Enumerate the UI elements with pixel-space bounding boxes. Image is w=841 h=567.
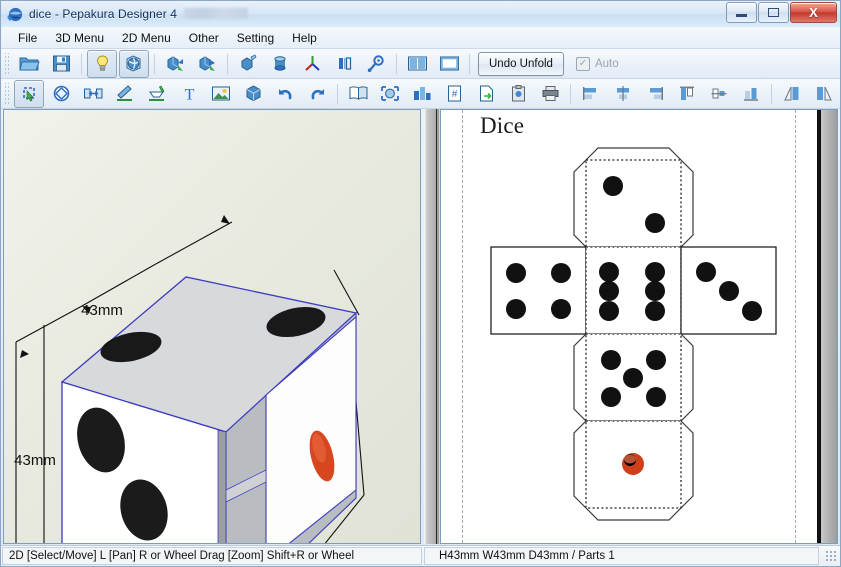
select-move-icon[interactable] — [14, 79, 44, 108]
edit-toolbar: T # — [1, 79, 840, 109]
minimize-icon — [736, 14, 747, 17]
undo-icon[interactable] — [270, 80, 300, 108]
add-image-icon[interactable] — [206, 80, 236, 108]
dimension-depth-label: 43mm — [81, 302, 123, 319]
auto-checkbox-group[interactable]: ✓ Auto — [575, 56, 619, 71]
texture-sphere-icon[interactable] — [119, 49, 149, 78]
edit-flap-icon[interactable] — [110, 80, 140, 108]
toolbar-separator — [469, 53, 470, 74]
fit-page-icon[interactable] — [375, 80, 405, 108]
single-view-icon[interactable] — [434, 50, 464, 78]
align-middle-icon[interactable] — [704, 80, 734, 108]
workspace: 43mm 43mm 43mm Dice — [1, 109, 840, 546]
rotate-right-icon[interactable] — [809, 80, 839, 108]
pepakura-globe-icon — [7, 6, 24, 23]
status-model-info: H43mm W43mm D43mm / Parts 1 — [424, 547, 819, 565]
open-file-icon[interactable] — [14, 50, 44, 78]
align-left-icon[interactable] — [576, 80, 606, 108]
print-icon[interactable] — [535, 80, 565, 108]
toolbar-grip[interactable] — [3, 82, 10, 105]
align-bottom-icon[interactable] — [736, 80, 766, 108]
settings-gear-icon[interactable] — [361, 50, 391, 78]
menu-other[interactable]: Other — [180, 28, 228, 48]
export-page-icon[interactable] — [471, 80, 501, 108]
menu-help[interactable]: Help — [283, 28, 326, 48]
axis-icon[interactable] — [297, 50, 327, 78]
maximize-button[interactable] — [758, 2, 789, 23]
minimize-button[interactable] — [726, 2, 757, 23]
status-bar: 2D [Select/Move] L [Pan] R or Wheel Drag… — [1, 545, 840, 566]
window-controls: X — [726, 2, 837, 23]
save-file-icon[interactable] — [46, 50, 76, 78]
unfold-piece-icon[interactable] — [160, 50, 190, 78]
join-disjoin-icon[interactable] — [78, 80, 108, 108]
fold-piece-icon[interactable] — [192, 50, 222, 78]
flap-icon[interactable] — [329, 50, 359, 78]
auto-checkbox[interactable]: ✓ — [575, 56, 590, 71]
face-1-pip — [622, 453, 644, 475]
close-icon: X — [809, 5, 818, 20]
align-right-icon[interactable] — [640, 80, 670, 108]
svg-text:T: T — [184, 87, 194, 104]
toolbar-grip[interactable] — [3, 52, 10, 75]
cube-3d-icon[interactable] — [238, 80, 268, 108]
main-toolbar: Undo Unfold ✓ Auto — [1, 49, 840, 79]
toolbar-separator — [570, 83, 571, 104]
close-button[interactable]: X — [790, 2, 837, 23]
arrange-parts-icon[interactable] — [407, 80, 437, 108]
paint-cube-icon[interactable] — [233, 50, 263, 78]
align-center-icon[interactable] — [608, 80, 638, 108]
toolbar-separator — [227, 53, 228, 74]
light-bulb-icon[interactable] — [87, 49, 117, 78]
auto-label: Auto — [594, 57, 619, 70]
resize-grip[interactable] — [825, 550, 837, 562]
toolbar-separator — [154, 53, 155, 74]
panel-splitter[interactable] — [424, 109, 440, 544]
status-hint: 2D [Select/Move] L [Pan] R or Wheel Drag… — [2, 547, 422, 565]
split-view-icon[interactable] — [402, 50, 432, 78]
menu-setting[interactable]: Setting — [228, 28, 283, 48]
clipboard-icon[interactable] — [503, 80, 533, 108]
align-top-icon[interactable] — [672, 80, 702, 108]
rotate-left-icon[interactable] — [777, 80, 807, 108]
pepakura-designer-window: dice - Pepakura Designer 4 X File 3D Men… — [0, 0, 841, 567]
menu-file[interactable]: File — [9, 28, 46, 48]
toolbar-separator — [81, 53, 82, 74]
maximize-icon — [768, 8, 779, 17]
3d-model-view[interactable]: 43mm 43mm 43mm — [3, 109, 421, 544]
add-text-icon[interactable]: T — [174, 80, 204, 108]
menu-bar: File 3D Menu 2D Menu Other Setting Help — [1, 27, 840, 49]
checkmark-icon: ✓ — [578, 57, 588, 69]
undo-unfold-button[interactable]: Undo Unfold — [478, 51, 564, 76]
title-blurred-region — [184, 8, 249, 19]
dimension-height-label: 43mm — [14, 452, 56, 469]
cylinder-icon[interactable] — [265, 50, 295, 78]
svg-text:#: # — [451, 89, 457, 100]
toolbar-separator — [771, 83, 772, 104]
menu-2d[interactable]: 2D Menu — [113, 28, 180, 48]
title-bar: dice - Pepakura Designer 4 X — [1, 1, 840, 28]
page-number-icon[interactable]: # — [439, 80, 469, 108]
open-book-icon[interactable] — [343, 80, 373, 108]
window-title-text: dice - Pepakura Designer 4 — [29, 7, 178, 21]
rotate-piece-icon[interactable] — [46, 80, 76, 108]
menu-3d[interactable]: 3D Menu — [46, 28, 113, 48]
toolbar-separator — [396, 53, 397, 74]
fill-pattern-icon[interactable] — [142, 80, 172, 108]
window-title: dice - Pepakura Designer 4 — [29, 7, 249, 21]
2d-unfold-view[interactable]: Dice — [440, 109, 838, 544]
redo-icon[interactable] — [302, 80, 332, 108]
toolbar-separator — [337, 83, 338, 104]
